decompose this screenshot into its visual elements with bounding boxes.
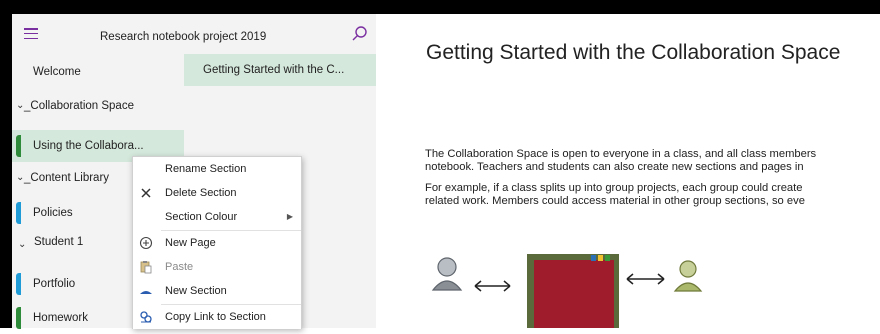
- menu-item-label: Paste: [165, 261, 194, 273]
- menu-item-rename-section[interactable]: Rename Section: [133, 157, 301, 181]
- section-label: Homework: [33, 312, 88, 324]
- section-tab-icon: [140, 291, 152, 294]
- menu-item-label: Rename Section: [165, 163, 247, 175]
- page-canvas[interactable]: Getting Started with the Collaboration S…: [376, 14, 880, 328]
- user-green-icon: [673, 260, 703, 292]
- section-group-label: Student 1: [34, 236, 84, 248]
- user-grey-icon: [431, 257, 463, 291]
- navigation-header: Research notebook project 2019: [12, 14, 376, 54]
- page-title[interactable]: Getting Started with the Collaboration S…: [426, 41, 840, 65]
- window-frame-left: [0, 0, 12, 328]
- section-label: Using the Collabora...: [33, 140, 144, 152]
- menu-item-delete-section[interactable]: Delete Section: [133, 181, 301, 205]
- section-group-label: _Collaboration Space: [24, 100, 134, 112]
- body-text-line[interactable]: For example, if a class splits up into g…: [425, 182, 880, 196]
- menu-item-label: Section Colour: [165, 211, 238, 223]
- close-icon: [141, 188, 151, 198]
- section-group-label: _Content Library: [24, 172, 110, 184]
- search-icon[interactable]: [351, 25, 369, 43]
- chevron-down-icon[interactable]: ⌄: [18, 229, 26, 261]
- plus-circle-icon: [139, 236, 153, 250]
- collaboration-illustration: [431, 254, 703, 328]
- section-welcome[interactable]: Welcome: [12, 56, 184, 88]
- section-label: Portfolio: [33, 278, 76, 290]
- menu-item-paste[interactable]: Paste: [133, 255, 301, 279]
- double-arrow-icon: [626, 273, 665, 285]
- section-context-menu: Rename Section Delete Section Section Co…: [132, 156, 302, 329]
- notebook-image-icon: [527, 254, 619, 328]
- section-color-tab: [16, 273, 21, 295]
- chevron-right-icon: ▶: [286, 212, 293, 221]
- page-getting-started[interactable]: Getting Started with the C...: [184, 54, 376, 86]
- menu-item-section-colour[interactable]: Section Colour ▶: [133, 205, 301, 229]
- menu-item-new-section[interactable]: New Section: [133, 279, 301, 303]
- paste-icon: [140, 261, 152, 274]
- link-icon: [140, 311, 152, 323]
- menu-item-label: Delete Section: [165, 187, 237, 199]
- notebook-title[interactable]: Research notebook project 2019: [100, 31, 266, 43]
- section-label: Welcome: [33, 66, 81, 78]
- section-label: Policies: [33, 207, 73, 219]
- body-text-line[interactable]: notebook. Teachers and students can also…: [425, 161, 880, 175]
- menu-item-label: Copy Link to Section: [165, 311, 266, 323]
- hamburger-menu-icon[interactable]: [24, 28, 38, 40]
- menu-item-label: New Section: [165, 285, 227, 297]
- section-color-tab: [16, 307, 21, 329]
- double-arrow-icon: [474, 280, 511, 292]
- body-text-line[interactable]: related work. Members could access mater…: [425, 195, 880, 209]
- menu-item-new-page[interactable]: New Page: [133, 231, 301, 255]
- menu-item-label: New Page: [165, 237, 216, 249]
- page-label: Getting Started with the C...: [203, 64, 345, 76]
- section-color-tab: [16, 202, 21, 224]
- section-color-tab: [16, 135, 21, 157]
- body-text-line[interactable]: The Collaboration Space is open to every…: [425, 148, 880, 162]
- section-group-collaboration-space[interactable]: ⌄ _Collaboration Space: [12, 90, 184, 122]
- window-frame-top: [0, 0, 880, 14]
- menu-item-copy-link-to-section[interactable]: Copy Link to Section: [133, 305, 301, 329]
